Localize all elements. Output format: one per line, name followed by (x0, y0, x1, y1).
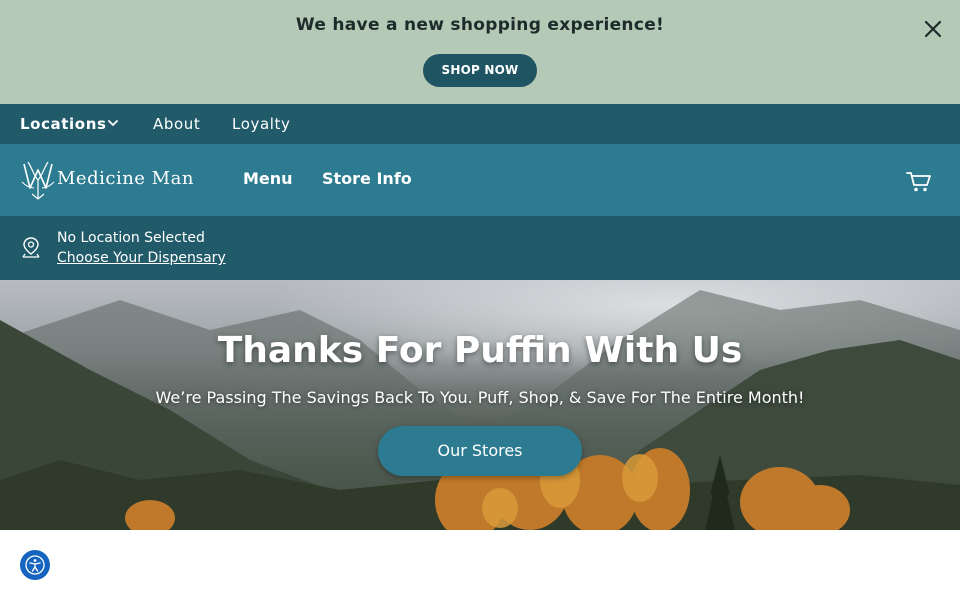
store-info-link[interactable]: Store Info (322, 169, 412, 188)
hero-subtitle: We’re Passing The Savings Back To You. P… (155, 388, 805, 407)
accessibility-icon (25, 555, 45, 575)
location-status: No Location Selected (57, 230, 205, 246)
hero-banner: Thanks For Puffin With Us We’re Passing … (0, 280, 960, 530)
close-icon[interactable] (922, 18, 944, 40)
accessibility-button[interactable] (20, 550, 50, 580)
loyalty-link[interactable]: Loyalty (232, 115, 290, 133)
our-stores-button[interactable]: Our Stores (378, 426, 582, 476)
logo-text: Medicine Man (57, 168, 194, 189)
location-bar: No Location Selected Choose Your Dispens… (0, 216, 960, 280)
cart-icon[interactable] (906, 171, 932, 193)
map-pin-icon (22, 237, 40, 258)
top-nav: Locations About Loyalty (0, 104, 960, 144)
promo-banner: We have a new shopping experience! SHOP … (0, 0, 960, 104)
shop-now-button[interactable]: SHOP NOW (423, 54, 537, 87)
logo-mark-icon (21, 161, 55, 200)
locations-dropdown[interactable]: Locations (20, 115, 107, 133)
chevron-down-icon[interactable] (107, 117, 119, 129)
main-nav: Medicine Man Menu Store Info (0, 144, 960, 216)
promo-message: We have a new shopping experience! (295, 15, 665, 35)
menu-link[interactable]: Menu (243, 169, 293, 188)
choose-dispensary-link[interactable]: Choose Your Dispensary (57, 250, 226, 266)
about-link[interactable]: About (153, 115, 200, 133)
medicine-man-logo[interactable]: Medicine Man (20, 158, 215, 202)
hero-title: Thanks For Puffin With Us (217, 330, 743, 371)
